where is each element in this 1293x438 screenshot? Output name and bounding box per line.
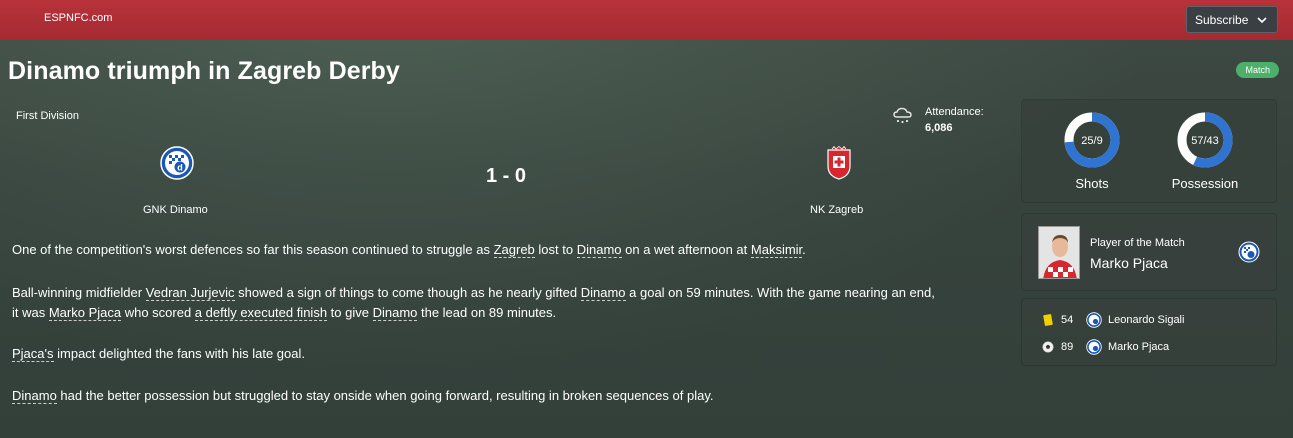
report-paragraph-continued: it was Marko Pjaca who scored a deftly e… <box>12 303 556 323</box>
team-link-dinamo[interactable]: Dinamo <box>576 242 622 258</box>
team-link-dinamo[interactable]: Dinamo <box>372 305 418 321</box>
event-player[interactable]: Leonardo Sigali <box>1108 314 1184 326</box>
player-of-match-label: Player of the Match <box>1090 237 1185 249</box>
svg-text:d: d <box>177 163 183 173</box>
report-text: the lead on 89 minutes. <box>417 305 557 320</box>
possession-value: 57/43 <box>1191 135 1219 147</box>
attendance-label: Attendance: <box>925 106 984 118</box>
player-link-vedran-jurjevic[interactable]: Vedran Jurjevic <box>145 285 235 301</box>
player-photo <box>1038 226 1080 279</box>
team-link-zagreb[interactable]: Zagreb <box>493 242 535 258</box>
shots-value: 25/9 <box>1081 135 1103 147</box>
report-paragraph: Dinamo had the better possession but str… <box>12 386 713 406</box>
player-link-pjaca[interactable]: Pjaca's <box>12 346 54 362</box>
stadium-link-maksimir[interactable]: Maksimir <box>750 242 803 258</box>
player-avatar-icon <box>1039 227 1079 278</box>
report-text: had the better possession but struggled … <box>56 388 714 403</box>
report-text: who scored <box>121 305 195 320</box>
report-text: lost to <box>534 242 577 257</box>
report-text: a goal on 59 minutes. With the game near… <box>625 285 935 300</box>
report-text: . <box>802 242 806 257</box>
team-link-dinamo[interactable]: Dinamo <box>580 285 626 301</box>
player-link-marko-pjaca[interactable]: Marko Pjaca <box>48 305 122 321</box>
score: 1 - 0 <box>486 165 527 187</box>
page-title: Dinamo triumph in Zagreb Derby <box>8 57 400 85</box>
shots-label: Shots <box>1075 176 1109 191</box>
report-text: impact delighted the fans with his late … <box>53 346 305 361</box>
event-player[interactable]: Marko Pjaca <box>1108 341 1169 353</box>
player-of-match-name[interactable]: Marko Pjaca <box>1090 255 1168 271</box>
match-badge: Match <box>1236 62 1279 78</box>
yellow-card-icon <box>1043 314 1053 326</box>
report-text: it was <box>12 305 49 320</box>
dinamo-crest-icon <box>1086 339 1102 355</box>
report-text: One of the competition's worst defences … <box>12 242 494 257</box>
report-paragraph: One of the competition's worst defences … <box>12 240 806 260</box>
goal-ball-icon <box>1042 341 1054 353</box>
goal-link[interactable]: a deftly executed finish <box>194 305 328 321</box>
subscribe-label: Subscribe <box>1195 12 1249 27</box>
match-events-panel: 54 Leonardo Sigali 89 Marko Pjaca <box>1022 299 1276 365</box>
report-paragraph: Pjaca's impact delighted the fans with h… <box>12 344 305 364</box>
report-paragraph: Ball-winning midfielder Vedran Jurjevic … <box>12 283 935 303</box>
top-bar: ESPNFC.com Subscribe <box>0 0 1293 40</box>
report-text: on a wet afternoon at <box>621 242 751 257</box>
attendance-value: 6,086 <box>925 122 953 134</box>
away-team-name[interactable]: NK Zagreb <box>810 204 863 216</box>
cloud-rain-icon <box>893 107 912 124</box>
nk-zagreb-crest-icon[interactable] <box>826 146 852 180</box>
possession-label: Possession <box>1171 176 1239 191</box>
report-text: Ball-winning midfielder <box>12 285 146 300</box>
event-minute: 89 <box>1061 341 1074 353</box>
dinamo-crest-icon[interactable]: d <box>160 146 194 180</box>
subscribe-button[interactable]: Subscribe <box>1186 6 1278 33</box>
competition-label: First Division <box>16 110 79 122</box>
chevron-down-icon <box>1257 17 1267 24</box>
dinamo-crest-icon <box>1086 312 1102 328</box>
brand-label: ESPNFC.com <box>44 12 113 24</box>
home-team-name[interactable]: GNK Dinamo <box>143 204 208 216</box>
event-minute: 54 <box>1061 314 1074 326</box>
report-text: to give <box>327 305 373 320</box>
report-text: showed a sign of things to come though a… <box>234 285 581 300</box>
stats-panel: 25/9 Shots 57/43 Possession <box>1022 100 1276 202</box>
player-of-match-panel[interactable]: Player of the Match Marko Pjaca <box>1022 214 1276 290</box>
team-link-dinamo[interactable]: Dinamo <box>12 388 57 404</box>
dinamo-crest-icon[interactable] <box>1238 241 1260 263</box>
